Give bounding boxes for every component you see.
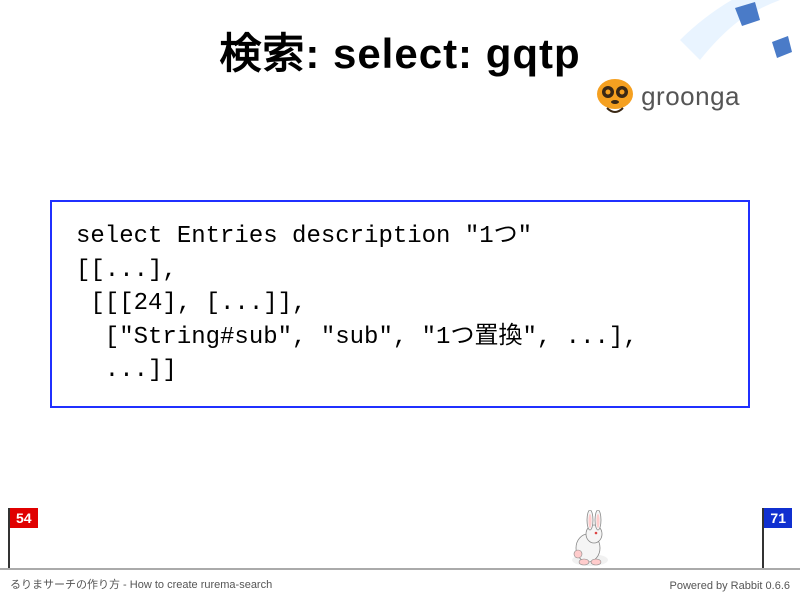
total-slide-number: 71 [764, 508, 792, 528]
footer-right-text: Powered by Rabbit 0.6.6 [670, 580, 790, 592]
code-block: select Entries description "1つ" [[...], … [50, 200, 750, 408]
progress-flag-current: 54 [8, 508, 38, 568]
slide-title: 検索: select: gqtp [0, 0, 800, 81]
current-slide-number: 54 [10, 508, 38, 528]
progress-flag-total: 71 [762, 508, 792, 568]
groonga-logo-text: groonga [641, 81, 740, 112]
rabbit-icon [560, 510, 616, 570]
footer-divider [0, 568, 800, 570]
groonga-logo: groonga [595, 78, 740, 114]
groonga-icon [595, 78, 635, 114]
footer-left-text: るりまサーチの作り方 - How to create rurema-search [10, 576, 272, 592]
